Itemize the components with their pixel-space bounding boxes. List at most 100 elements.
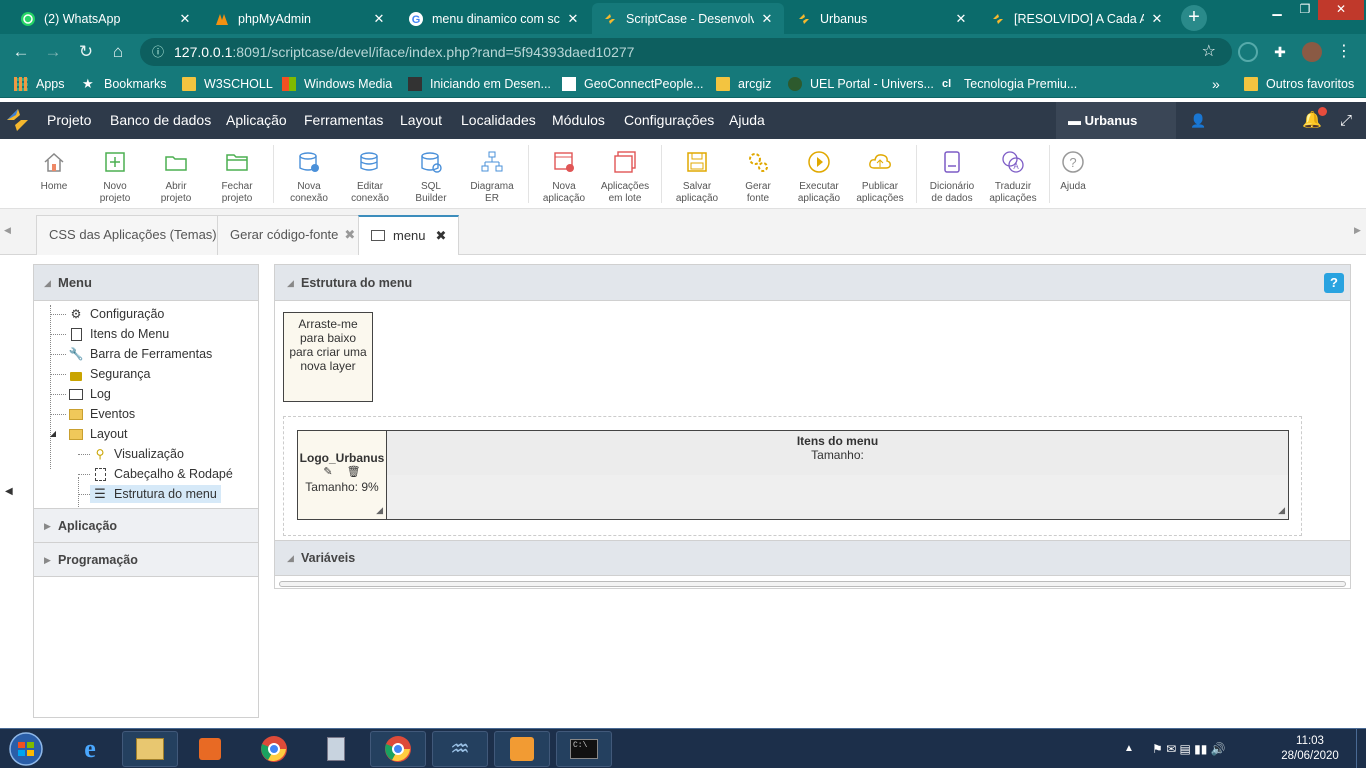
- save-app-button[interactable]: Salvar aplicação: [666, 147, 728, 205]
- close-tab-icon[interactable]: ✕: [566, 11, 580, 27]
- bookmark-tecnologia[interactable]: cl Tecnologia Premiu...: [942, 75, 1077, 93]
- system-clock[interactable]: 11:03 28/06/2020: [1280, 734, 1340, 764]
- info-icon[interactable]: ⓘ: [152, 38, 164, 66]
- menu-structure-header[interactable]: ◢ Estrutura do menu?: [275, 265, 1350, 301]
- help-button[interactable]: ? Ajuda: [1042, 147, 1104, 193]
- tree-item-visualizacao[interactable]: ⚲ Visualização: [92, 445, 184, 463]
- resize-handle-icon[interactable]: ◢: [376, 505, 383, 516]
- scroll-right-icon[interactable]: ▶: [1354, 225, 1361, 236]
- menu-banco-de-dados[interactable]: Banco de dados: [110, 102, 211, 139]
- browser-tab-urbanus[interactable]: Urbanus ✕: [786, 3, 978, 34]
- menu-localidades[interactable]: Localidades: [461, 102, 536, 139]
- left-panel-header[interactable]: ◢ Menu: [34, 265, 258, 301]
- logo-cell[interactable]: Logo_Urbanus ✎ 🗑 Tamanho: 9% ◢: [298, 431, 387, 519]
- home-icon[interactable]: ⌂: [107, 41, 129, 63]
- new-layer-drag-box[interactable]: Arraste-me para baixo para criar uma nov…: [283, 312, 373, 402]
- windows-start-button[interactable]: [3, 730, 49, 768]
- batch-apps-button[interactable]: Aplicações em lote: [594, 147, 656, 205]
- browser-tab-scriptcase[interactable]: ScriptCase - Desenvolvim ✕: [592, 3, 784, 34]
- data-dictionary-button[interactable]: Dicionário de dados: [921, 147, 983, 205]
- section-programacao[interactable]: ▶ Programação: [34, 542, 258, 577]
- url-input[interactable]: ⓘ 127.0.0.1:8091/scriptcase/devel/iface/…: [140, 38, 1232, 66]
- tree-item-log[interactable]: Log: [68, 385, 111, 403]
- browser-menu-icon[interactable]: ⋮: [1334, 42, 1354, 62]
- notification-bell-icon[interactable]: 🔔: [1302, 102, 1327, 139]
- bookmark-w3scholl[interactable]: W3SCHOLL: [182, 75, 273, 93]
- media-player-icon[interactable]: [182, 731, 238, 767]
- layer-drop-zone[interactable]: Logo_Urbanus ✎ 🗑 Tamanho: 9% ◢ Itens do m…: [283, 416, 1302, 536]
- bookmark-iniciando[interactable]: Iniciando em Desen...: [408, 75, 551, 93]
- ie-icon[interactable]: e: [62, 731, 118, 767]
- explorer-icon[interactable]: [122, 731, 178, 767]
- tab-menu[interactable]: menu ✖: [358, 215, 460, 255]
- new-tab-button[interactable]: +: [1181, 5, 1207, 31]
- more-bookmarks-button[interactable]: »: [1212, 75, 1220, 93]
- menu-modulos[interactable]: Módulos: [552, 102, 605, 139]
- tree-item-itens-do-menu[interactable]: Itens do Menu: [68, 325, 169, 343]
- close-tab-icon[interactable]: ✕: [1150, 11, 1164, 27]
- collapse-sidebar-icon[interactable]: ◀: [5, 486, 13, 497]
- browser-tab-resolvido[interactable]: [RESOLVIDO] A Cada Atu ✕: [980, 3, 1174, 34]
- tray-icons[interactable]: ⚑ ✉ ▤ ▮▮ 🔊: [1152, 729, 1226, 768]
- bookmark-geoconnect[interactable]: GeoConnectPeople...: [562, 75, 704, 93]
- menu-projeto[interactable]: Projeto: [47, 102, 91, 139]
- user-menu[interactable]: 👤 cbotelho▼: [1178, 102, 1292, 165]
- bookmark-star-icon[interactable]: ☆: [1202, 38, 1216, 66]
- pencil-icon[interactable]: ✎: [323, 466, 332, 478]
- browser-tab-whatsapp[interactable]: (2) WhatsApp ✕: [10, 3, 202, 34]
- tree-item-eventos[interactable]: Eventos: [68, 405, 135, 423]
- trash-icon[interactable]: 🗑: [347, 466, 361, 478]
- variables-header[interactable]: ◢ Variáveis: [275, 540, 1350, 576]
- tab-css-aplicacoes[interactable]: CSS das Aplicações (Temas): [36, 215, 230, 255]
- bookmark-arcgiz[interactable]: arcgiz: [716, 75, 771, 93]
- home-button[interactable]: Home: [23, 147, 85, 193]
- new-connection-button[interactable]: Nova conexão: [278, 147, 340, 205]
- run-app-button[interactable]: Executar aplicação: [788, 147, 850, 205]
- command-prompt-icon[interactable]: C:\: [556, 731, 612, 767]
- menu-layout[interactable]: Layout: [400, 102, 442, 139]
- bookmark-apps[interactable]: Apps: [14, 75, 65, 93]
- menu-ajuda[interactable]: Ajuda: [729, 102, 765, 139]
- tray-expand-icon[interactable]: ▲: [1124, 729, 1134, 768]
- bookmark-bookmarks[interactable]: ★ Bookmarks: [82, 75, 167, 93]
- translate-apps-button[interactable]: A Traduzir aplicações: [982, 147, 1044, 205]
- sublime-text-icon[interactable]: [494, 731, 550, 767]
- restore-window-button[interactable]: ❐: [1290, 0, 1320, 20]
- close-window-button[interactable]: ✕: [1318, 0, 1364, 20]
- edit-connection-button[interactable]: Editar conexão: [339, 147, 401, 205]
- profile-avatar[interactable]: [1302, 42, 1322, 62]
- help-button[interactable]: ?: [1324, 273, 1344, 293]
- sql-builder-button[interactable]: SQL Builder: [400, 147, 462, 205]
- close-tab-icon[interactable]: ✖: [436, 228, 447, 243]
- close-tab-icon[interactable]: ✕: [760, 11, 774, 27]
- section-aplicacao[interactable]: ▶ Aplicação: [34, 508, 258, 543]
- minimize-window-button[interactable]: ▁: [1262, 0, 1292, 20]
- menu-items-cell[interactable]: Itens do menu Tamanho: ◢: [387, 431, 1288, 519]
- bookmark-uel-portal[interactable]: UEL Portal - Univers...: [788, 75, 934, 93]
- scriptcase-logo-icon[interactable]: [4, 106, 32, 134]
- reload-icon[interactable]: ↻: [75, 41, 97, 63]
- resize-handle-icon[interactable]: ◢: [1278, 505, 1285, 516]
- publish-apps-button[interactable]: Publicar aplicações: [849, 147, 911, 205]
- puzzle-extension-icon[interactable]: ✚: [1270, 42, 1290, 62]
- mysql-workbench-icon[interactable]: ♒: [432, 731, 488, 767]
- calculator-icon[interactable]: [308, 731, 364, 767]
- tree-item-configuracao[interactable]: ⚙ Configuração: [68, 305, 165, 323]
- tree-item-cabecalho-rodape[interactable]: Cabeçalho & Rodapé: [92, 465, 233, 483]
- chrome-active-window[interactable]: [370, 731, 426, 767]
- project-selector[interactable]: ▬ Urbanus 6.1.0: [1056, 102, 1176, 165]
- open-project-button[interactable]: Abrir projeto: [145, 147, 207, 205]
- shield-extension-icon[interactable]: [1238, 42, 1258, 62]
- tab-gerar-codigo-fonte[interactable]: Gerar código-fonte ✖: [217, 215, 369, 255]
- tree-item-estrutura-do-menu[interactable]: ☰ Estrutura do menu: [90, 485, 221, 503]
- tree-item-seguranca[interactable]: Segurança: [68, 365, 150, 383]
- close-project-button[interactable]: Fechar projeto: [206, 147, 268, 205]
- close-tab-icon[interactable]: ✕: [178, 11, 192, 27]
- bookmark-windows-media[interactable]: Windows Media: [282, 75, 392, 93]
- back-arrow-icon[interactable]: ←: [10, 41, 32, 63]
- new-app-button[interactable]: Nova aplicação: [533, 147, 595, 205]
- generate-source-button[interactable]: Gerar fonte: [727, 147, 789, 205]
- tree-item-layout[interactable]: ◢ Layout: [48, 425, 128, 443]
- close-tab-icon[interactable]: ✖: [344, 227, 355, 242]
- close-tab-icon[interactable]: ✕: [372, 11, 386, 27]
